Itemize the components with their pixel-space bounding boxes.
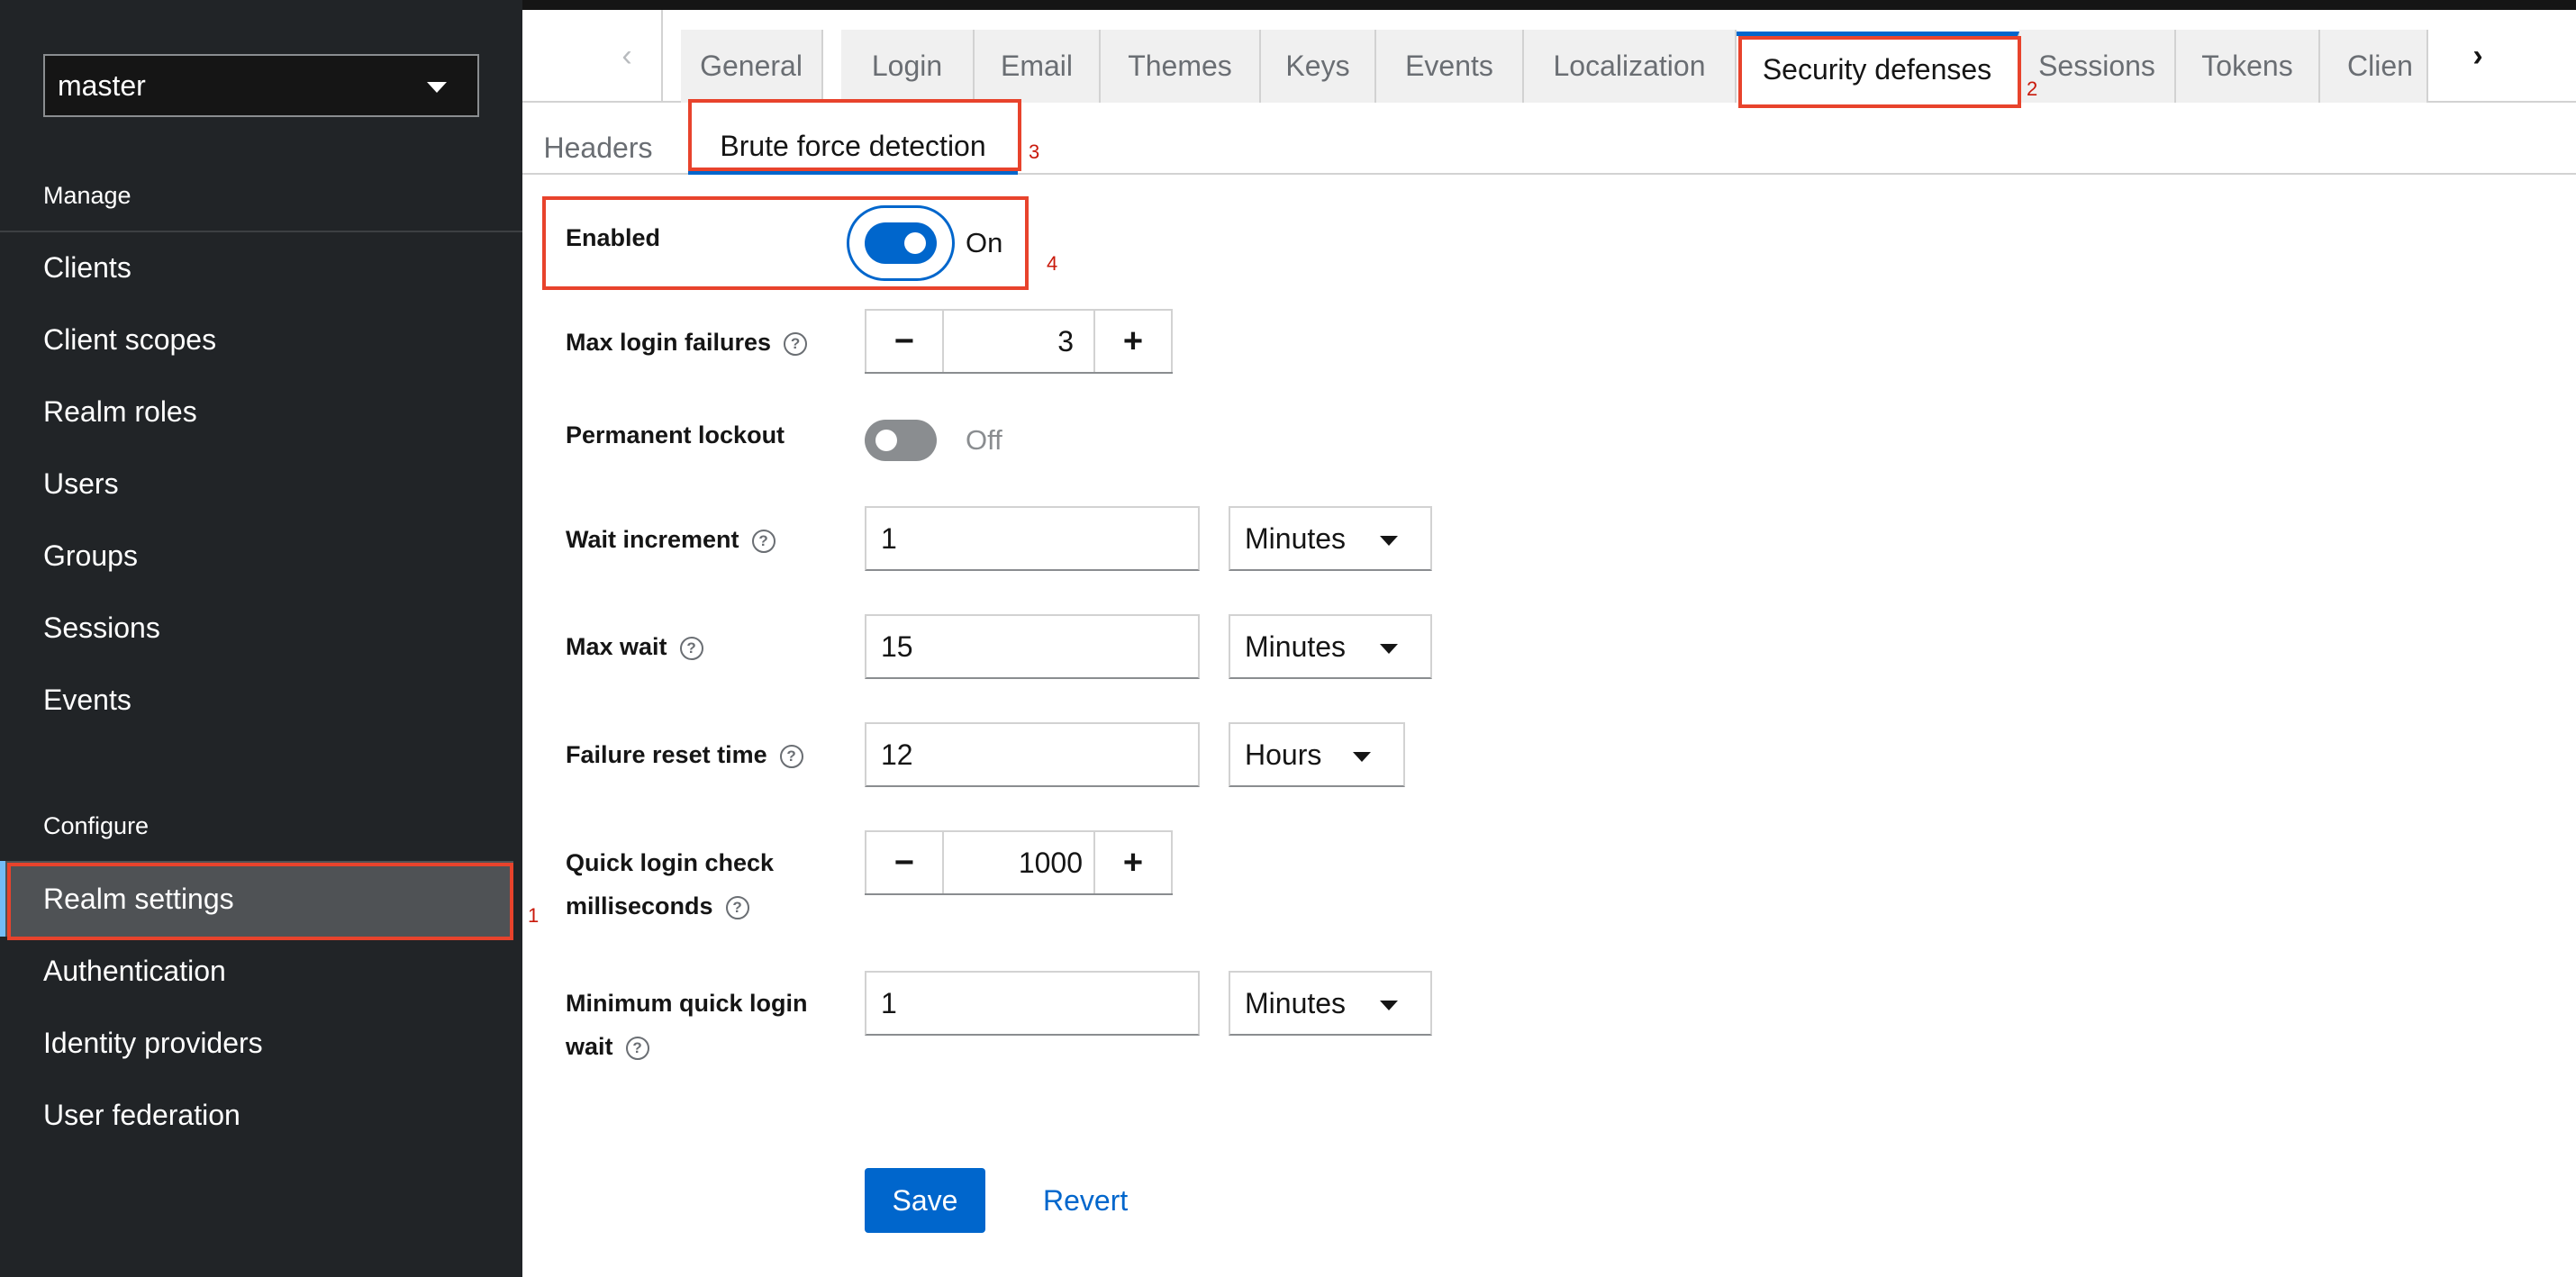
help-icon[interactable]: ? xyxy=(725,896,749,919)
caret-down-icon xyxy=(1380,536,1398,546)
help-icon[interactable]: ? xyxy=(625,1037,649,1060)
sidebar-section-manage: Manage xyxy=(43,182,132,209)
max-wait-unit-value: Minutes xyxy=(1245,629,1347,663)
max-wait-unit-select[interactable]: Minutes xyxy=(1229,614,1432,679)
decrement-button[interactable]: − xyxy=(865,309,944,372)
realm-selector-value: master xyxy=(58,68,146,102)
tab-sessions[interactable]: Sessions xyxy=(2019,30,2176,103)
max-login-failures-text: Max login failures xyxy=(566,329,772,356)
tab-localization[interactable]: Localization xyxy=(1524,30,1737,103)
annotation-box-1 xyxy=(7,863,513,940)
chevron-left-icon[interactable]: ‹ xyxy=(593,10,663,103)
max-wait-input[interactable]: 15 xyxy=(865,614,1200,679)
tab-general[interactable]: General xyxy=(681,30,823,103)
failure-reset-time-unit-value: Hours xyxy=(1245,738,1322,771)
increment-button[interactable]: + xyxy=(1093,309,1173,372)
annotation-label-2: 2 xyxy=(2027,77,2038,100)
min-quick-login-wait-unit-select[interactable]: Minutes xyxy=(1229,971,1432,1036)
chevron-right-icon[interactable]: › xyxy=(2437,10,2518,103)
tab-themes[interactable]: Themes xyxy=(1101,30,1261,103)
tab-events[interactable]: Events xyxy=(1376,30,1524,103)
help-icon[interactable]: ? xyxy=(751,530,776,553)
sidebar-item-authentication[interactable]: Authentication xyxy=(43,951,226,991)
max-wait-text: Max wait xyxy=(566,633,667,660)
tab-login[interactable]: Login xyxy=(841,30,975,103)
min-quick-login-wait-label-line2: wait xyxy=(566,1033,613,1060)
sidebar-section-configure: Configure xyxy=(43,812,150,839)
help-icon[interactable]: ? xyxy=(679,637,703,660)
wait-increment-text: Wait increment xyxy=(566,526,739,553)
sidebar-item-client-scopes[interactable]: Client scopes xyxy=(43,320,216,359)
min-quick-login-wait-input[interactable]: 1 xyxy=(865,971,1200,1036)
annotation-box-3 xyxy=(688,99,1021,171)
annotation-label-4: 4 xyxy=(1047,252,1058,275)
permanent-lockout-switch[interactable] xyxy=(865,420,937,461)
min-quick-login-wait-label: wait? xyxy=(566,1025,649,1068)
sidebar-item-events[interactable]: Events xyxy=(43,680,132,720)
max-login-failures-input[interactable]: 3 xyxy=(944,309,1093,372)
tab-keys[interactable]: Keys xyxy=(1261,30,1376,103)
permanent-lockout-label: Permanent lockout xyxy=(566,421,785,448)
decrement-button[interactable]: − xyxy=(865,830,944,893)
quick-login-check-stepper: − 1000 + xyxy=(865,830,1173,895)
caret-down-icon xyxy=(1380,1001,1398,1010)
quick-login-check-label-line1: Quick login check xyxy=(566,849,775,876)
realm-selector[interactable]: master xyxy=(43,54,479,117)
max-login-failures-label: Max login failures? xyxy=(566,321,808,364)
wait-increment-input[interactable]: 1 xyxy=(865,506,1200,571)
increment-button[interactable]: + xyxy=(1093,830,1173,893)
wait-increment-unit-value: Minutes xyxy=(1245,521,1347,555)
save-button[interactable]: Save xyxy=(865,1168,985,1233)
sidebar-item-user-federation[interactable]: User federation xyxy=(43,1095,240,1135)
caret-down-icon xyxy=(1353,752,1371,762)
tab-bar: ‹ General Login Email Themes Keys Events… xyxy=(522,10,2576,104)
tab-tokens[interactable]: Tokens xyxy=(2176,30,2320,103)
quick-login-check-input[interactable]: 1000 xyxy=(944,830,1093,893)
failure-reset-time-label: Failure reset time? xyxy=(566,733,803,776)
sidebar-divider xyxy=(0,231,522,232)
annotation-label-1: 1 xyxy=(528,904,540,927)
quick-login-check-label-line2: milliseconds xyxy=(566,892,713,919)
help-icon[interactable]: ? xyxy=(779,745,803,768)
tab-email[interactable]: Email xyxy=(975,30,1101,103)
failure-reset-time-text: Failure reset time xyxy=(566,741,767,768)
annotation-box-2 xyxy=(1738,36,2021,108)
revert-button[interactable]: Revert xyxy=(1023,1168,1147,1233)
sidebar: master Manage Clients Client scopes Real… xyxy=(0,0,522,1277)
max-wait-label: Max wait? xyxy=(566,625,703,668)
tab-clients-truncated[interactable]: Clien xyxy=(2320,30,2428,103)
caret-down-icon xyxy=(427,82,447,93)
min-quick-login-wait-unit-value: Minutes xyxy=(1245,986,1347,1019)
wait-increment-unit-select[interactable]: Minutes xyxy=(1229,506,1432,571)
caret-down-icon xyxy=(1380,644,1398,654)
help-icon[interactable]: ? xyxy=(784,332,808,356)
min-quick-login-wait-label-line1: Minimum quick login xyxy=(566,990,808,1017)
annotation-label-3: 3 xyxy=(1029,140,1040,163)
permanent-lockout-state: Off xyxy=(966,424,1002,456)
sidebar-item-groups[interactable]: Groups xyxy=(43,536,138,575)
failure-reset-time-unit-select[interactable]: Hours xyxy=(1229,722,1405,787)
sidebar-item-identity-providers[interactable]: Identity providers xyxy=(43,1023,263,1063)
subtab-headers[interactable]: Headers xyxy=(535,121,661,175)
sidebar-item-realm-roles[interactable]: Realm roles xyxy=(43,392,197,431)
annotation-box-4 xyxy=(542,196,1029,290)
sidebar-item-users[interactable]: Users xyxy=(43,464,119,503)
switch-knob xyxy=(875,430,897,451)
failure-reset-time-input[interactable]: 12 xyxy=(865,722,1200,787)
sidebar-item-sessions[interactable]: Sessions xyxy=(43,608,160,648)
wait-increment-label: Wait increment? xyxy=(566,518,776,561)
max-login-failures-stepper: − 3 + xyxy=(865,309,1173,374)
quick-login-check-label: milliseconds? xyxy=(566,884,749,928)
sidebar-item-clients[interactable]: Clients xyxy=(43,248,132,287)
